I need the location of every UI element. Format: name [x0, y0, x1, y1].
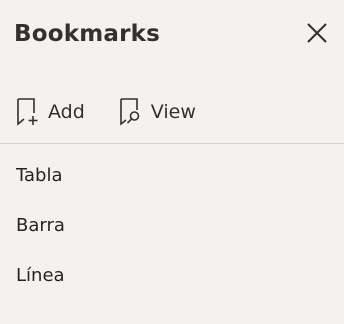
close-icon: [307, 23, 327, 43]
bookmark-item-tabla[interactable]: Tabla: [0, 150, 344, 200]
toolbar-divider: [0, 143, 344, 144]
view-bookmark-button[interactable]: View: [117, 92, 196, 132]
bookmark-view-icon: [117, 97, 143, 127]
bookmarks-toolbar: Add View: [14, 92, 228, 132]
bookmark-list: Tabla Barra Línea: [0, 150, 344, 300]
bookmarks-pane: Bookmarks Add View Tabla Barra Línea: [0, 0, 344, 324]
bookmark-item-linea[interactable]: Línea: [0, 250, 344, 300]
add-bookmark-button[interactable]: Add: [14, 92, 85, 132]
bookmark-add-icon: [14, 97, 40, 127]
pane-header: Bookmarks: [14, 16, 334, 56]
view-bookmark-label: View: [150, 101, 196, 123]
add-bookmark-label: Add: [48, 101, 85, 123]
pane-title: Bookmarks: [14, 21, 161, 47]
close-button[interactable]: [300, 16, 334, 50]
bookmark-item-barra[interactable]: Barra: [0, 200, 344, 250]
